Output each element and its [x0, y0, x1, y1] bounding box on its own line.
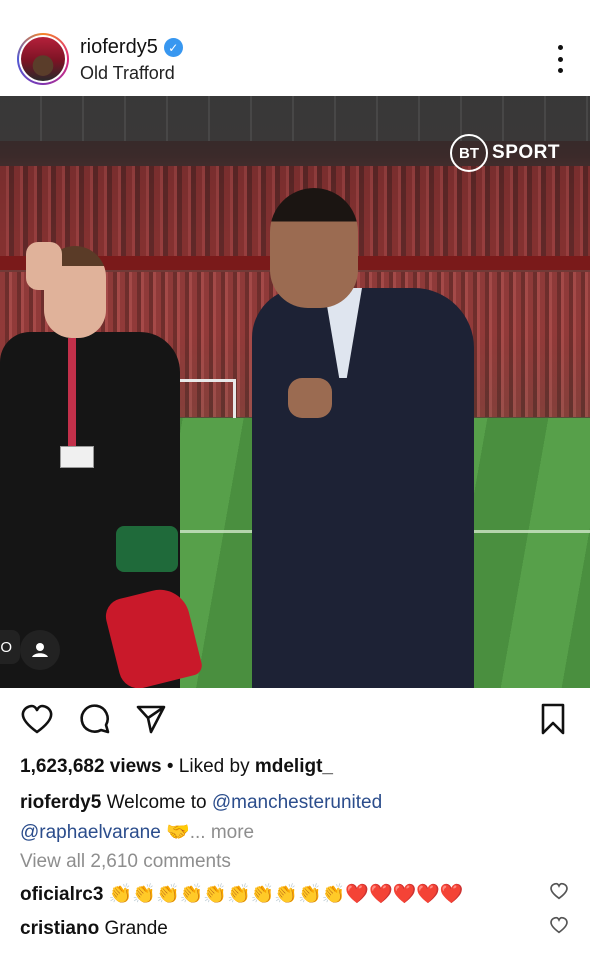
- comment-username[interactable]: cristiano: [20, 918, 99, 939]
- caption-text: Welcome to: [106, 792, 207, 813]
- post-username[interactable]: rioferdy5: [80, 36, 158, 59]
- comment-row: oficialrc3 👏👏👏👏👏👏👏👏👏👏❤️❤️❤️❤️❤️: [20, 882, 550, 906]
- caption-mention-club[interactable]: @manchesterunited: [212, 792, 382, 813]
- comment-heart-icon[interactable]: [550, 882, 568, 900]
- separator: •: [166, 756, 174, 777]
- avatar-image: [21, 37, 65, 81]
- comment-icon[interactable]: [76, 700, 114, 738]
- heart-icon[interactable]: [18, 700, 56, 738]
- verified-badge-icon: ✓: [163, 38, 183, 57]
- post-media[interactable]: BT SPORT O: [0, 96, 590, 688]
- avatar[interactable]: [17, 33, 69, 85]
- bookmark-icon[interactable]: [534, 700, 572, 738]
- post-caption: rioferdy5 Welcome to @manchesterunited @…: [20, 788, 580, 848]
- comment-username[interactable]: oficialrc3: [20, 884, 103, 905]
- user-tag-icon[interactable]: [20, 630, 60, 670]
- caption-mention-player[interactable]: @raphaelvarane: [20, 822, 161, 843]
- views-and-likes: 1,623,682 views • Liked by mdeligt_: [20, 756, 333, 778]
- post-header: rioferdy5 ✓ Old Trafford: [0, 30, 590, 92]
- view-all-comments-link[interactable]: View all 2,610 comments: [20, 851, 231, 873]
- green-glove: [116, 526, 178, 572]
- post-location[interactable]: Old Trafford: [80, 63, 175, 84]
- caption-more-link[interactable]: ... more: [190, 822, 254, 843]
- comment-text: 👏👏👏👏👏👏👏👏👏👏❤️❤️❤️❤️❤️: [108, 884, 464, 905]
- bt-sport-watermark: BT SPORT: [450, 134, 560, 172]
- liked-by-user[interactable]: mdeligt_: [255, 756, 333, 777]
- paper-plane-icon[interactable]: [132, 700, 170, 738]
- comment-row: cristiano Grande: [20, 918, 550, 940]
- bt-logo-icon: BT: [450, 134, 489, 172]
- caption-username[interactable]: rioferdy5: [20, 792, 101, 813]
- audio-toggle-button[interactable]: O: [0, 630, 20, 664]
- action-bar: [0, 700, 590, 744]
- liked-by-prefix: Liked by: [178, 756, 250, 777]
- view-count[interactable]: 1,623,682 views: [20, 756, 162, 777]
- caption-emoji: 🤝: [166, 822, 190, 843]
- player-figure: [252, 188, 482, 688]
- comment-text: Grande: [104, 918, 168, 939]
- comment-heart-icon[interactable]: [550, 916, 568, 934]
- bt-sport-text: SPORT: [492, 142, 560, 163]
- more-options-icon[interactable]: [554, 45, 566, 73]
